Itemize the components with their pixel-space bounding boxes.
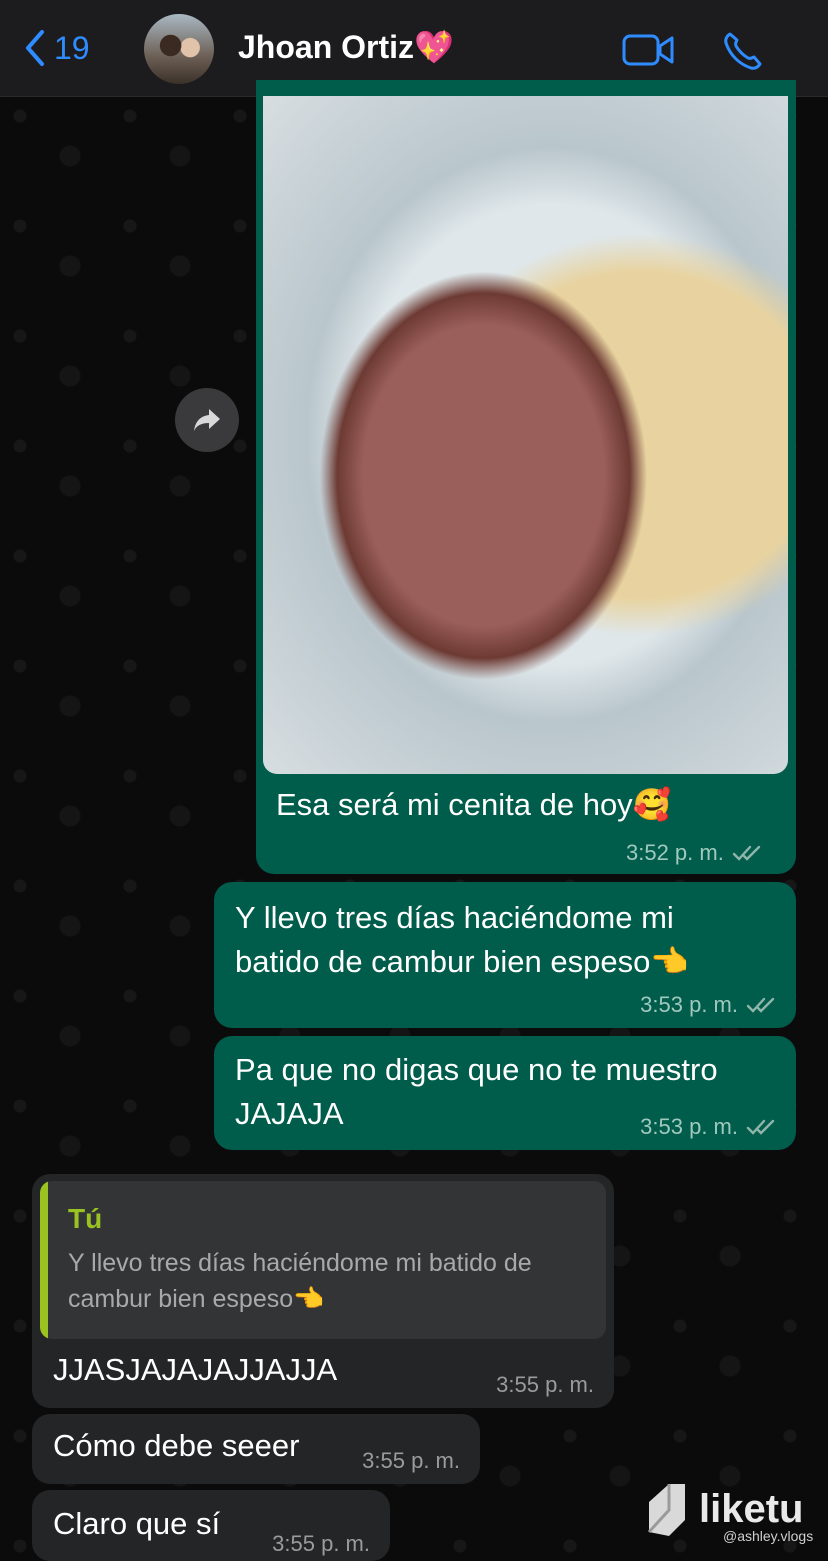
message-meta: 3:53 p. m.: [640, 992, 776, 1018]
food-photo[interactable]: [263, 96, 788, 774]
message-text: JJASJAJAJAJJAJJA: [53, 1352, 338, 1387]
back-button[interactable]: 19: [22, 28, 90, 68]
message-time: 3:55 p. m.: [496, 1372, 594, 1397]
message-text: Claro que sí: [53, 1506, 221, 1541]
read-check-icon: [746, 1119, 775, 1135]
read-check-icon: [746, 997, 775, 1013]
forward-button[interactable]: [175, 388, 239, 452]
contact-name[interactable]: Jhoan Ortiz💖: [238, 28, 454, 66]
message-meta: 3:53 p. m.: [640, 1114, 776, 1140]
message-time: 3:53 p. m.: [640, 992, 738, 1017]
message-time: 3:55 p. m.: [272, 1531, 370, 1556]
phone-call-icon[interactable]: [722, 30, 764, 72]
message-meta: 3:55 p. m.: [496, 1372, 594, 1398]
unread-count: 19: [54, 29, 90, 66]
avatar[interactable]: [144, 14, 214, 84]
message-bubble[interactable]: Pa que no digas que no te muestro JAJAJA…: [214, 1036, 796, 1150]
message-text: Cómo debe seeer: [53, 1428, 300, 1463]
message-text: Esa será mi cenita de hoy🥰: [276, 787, 672, 822]
quoted-reply[interactable]: Tú Y llevo tres días haciéndome mi batid…: [40, 1181, 606, 1339]
message-meta: 3:55 p. m.: [272, 1531, 370, 1557]
message-bubble[interactable]: Cómo debe seeer 3:55 p. m.: [32, 1414, 480, 1484]
read-check-icon: [732, 845, 761, 861]
watermark: liketu @ashley.vlogs: [645, 1480, 813, 1544]
watermark-handle: @ashley.vlogs: [723, 1528, 814, 1544]
message-meta: 3:55 p. m.: [362, 1448, 460, 1474]
liketu-logo-icon: [647, 1484, 685, 1536]
message-text: Y llevo tres días haciéndome mi batido d…: [235, 900, 689, 979]
watermark-brand: liketu: [699, 1486, 804, 1531]
forward-icon: [194, 409, 220, 431]
reply-author: Tú: [68, 1203, 103, 1234]
message-bubble[interactable]: Claro que sí 3:55 p. m.: [32, 1490, 390, 1561]
reply-text: Y llevo tres días haciéndome mi batido d…: [68, 1249, 532, 1313]
message-meta: 3:52 p. m.: [626, 840, 762, 866]
video-call-icon[interactable]: [622, 32, 674, 68]
message-bubble[interactable]: Y llevo tres días haciéndome mi batido d…: [214, 882, 796, 1028]
message-time: 3:55 p. m.: [362, 1448, 460, 1473]
chevron-left-icon: [26, 30, 44, 66]
reply-bar: [40, 1181, 48, 1339]
message-time: 3:53 p. m.: [640, 1114, 738, 1139]
message-time: 3:52 p. m.: [626, 840, 724, 865]
